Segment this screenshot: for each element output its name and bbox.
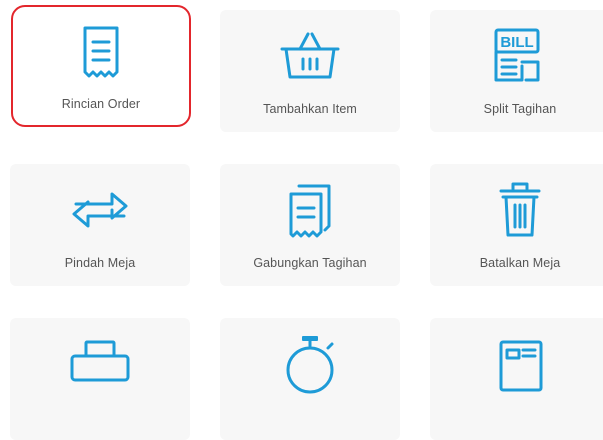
document-icon: [488, 336, 552, 392]
menu-tile-label: Split Tagihan: [483, 102, 557, 116]
split-bill-icon: BILL: [488, 28, 552, 84]
stopwatch-icon: [278, 336, 342, 394]
menu-tile-timer[interactable]: [220, 318, 400, 440]
swap-arrows-icon: [68, 182, 132, 238]
menu-tile-label: Pindah Meja: [64, 256, 136, 270]
menu-tile-label: Gabungkan Tagihan: [253, 256, 367, 270]
menu-tile-rincian-order[interactable]: Rincian Order: [11, 5, 191, 127]
menu-tile-tambahkan-item[interactable]: Tambahkan Item: [220, 10, 400, 132]
bill-badge-text: BILL: [500, 34, 533, 51]
menu-tile-label: Batalkan Meja: [479, 256, 561, 270]
menu-tile-pindah-meja[interactable]: Pindah Meja: [10, 164, 190, 286]
menu-tile-document[interactable]: [430, 318, 603, 440]
trash-icon: [488, 182, 552, 238]
merge-receipts-icon: [278, 182, 342, 238]
menu-tile-print[interactable]: [10, 318, 190, 440]
receipt-icon: [69, 23, 133, 79]
menu-tile-split-tagihan[interactable]: BILL Split Tagihan: [430, 10, 603, 132]
menu-tile-label: Rincian Order: [61, 97, 141, 111]
menu-tile-gabungkan-tagihan[interactable]: Gabungkan Tagihan: [220, 164, 400, 286]
basket-icon: [278, 28, 342, 84]
menu-tile-batalkan-meja[interactable]: Batalkan Meja: [430, 164, 603, 286]
printer-icon: [68, 336, 132, 392]
menu-tile-label: Tambahkan Item: [263, 102, 357, 116]
